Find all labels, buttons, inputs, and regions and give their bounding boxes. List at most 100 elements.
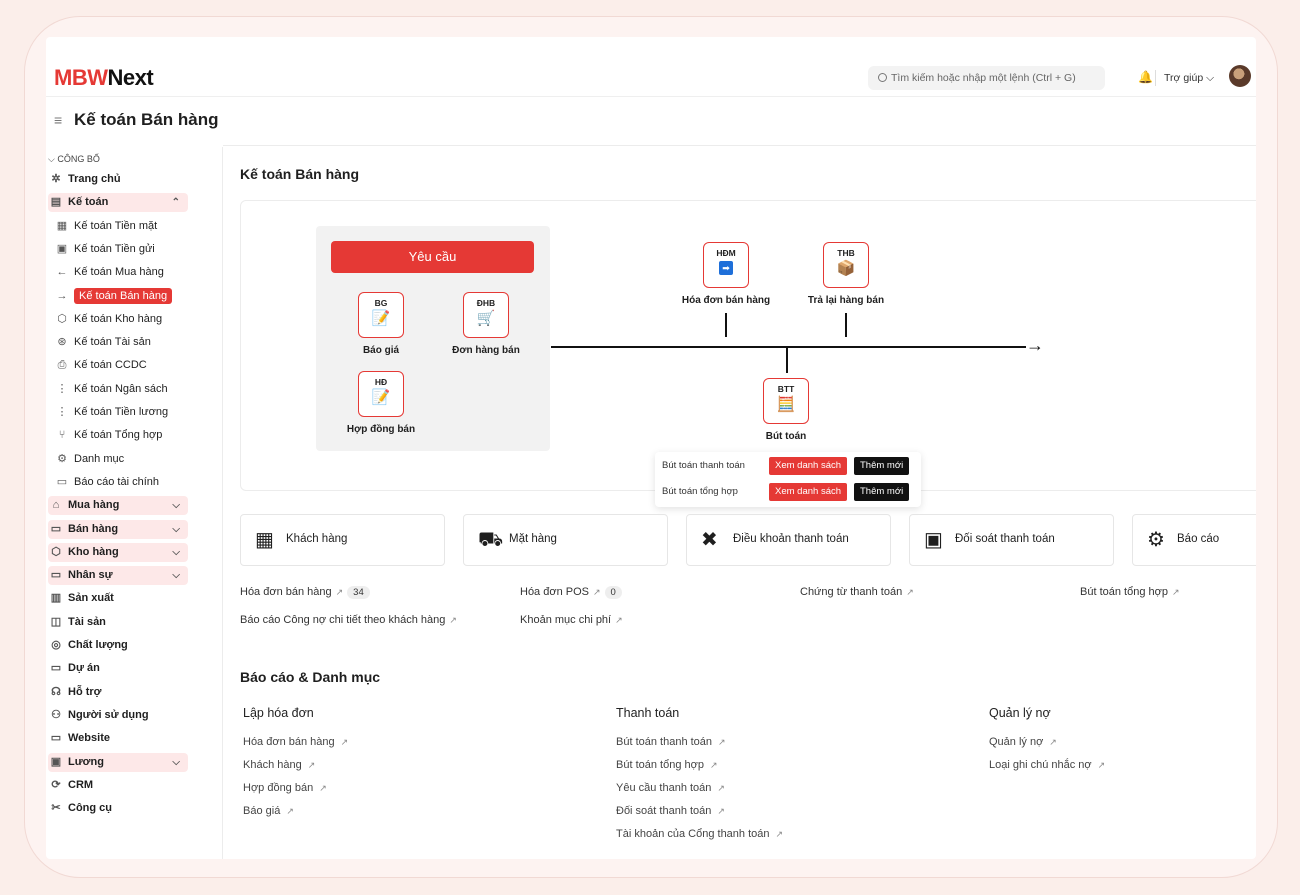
sidebar-item-icon: ▭ (50, 522, 62, 535)
sidebar-item[interactable]: ◎ Chất lượng (48, 636, 188, 655)
report-link[interactable]: Khách hàng ↗ (243, 759, 315, 771)
node-hoa-don-ban-hang[interactable]: HĐM ➡ Hóa đơn bán hàng (671, 242, 781, 306)
sidebar-item-label: Tài sản (68, 615, 106, 628)
sidebar-item[interactable]: ⋮ Kế toán Ngân sách (54, 380, 194, 399)
sidebar-item[interactable]: ⌂ Mua hàng ⌵ (48, 496, 188, 516)
sidebar-item-label: Kho hàng (68, 545, 119, 558)
report-link[interactable]: Quản lý nợ ↗ (989, 736, 1057, 748)
report-link[interactable]: Yêu cầu thanh toán ↗ (616, 782, 725, 794)
shortcut-label: Chứng từ thanh toán (800, 586, 903, 598)
sidebar-item[interactable]: ⊛ Kế toán Tài sản (54, 333, 194, 352)
shortcut-hoa-don-pos[interactable]: Hóa đơn POS ↗ 0 (520, 586, 622, 599)
shortcut-khoan-muc-chi-phi[interactable]: Khoản mục chi phí ↗ (520, 614, 623, 626)
sidebar-item[interactable]: ⟳ CRM (48, 776, 188, 795)
sidebar-item[interactable]: ⬡ Kho hàng ⌵ (48, 542, 188, 562)
sidebar-item-label: Kế toán Bán hàng (74, 287, 173, 304)
report-link[interactable]: Báo giá ↗ (243, 805, 294, 817)
external-arrow-icon: ↗ (1049, 737, 1057, 747)
sidebar-item[interactable]: ▣ Kế toán Tiền gửi (54, 240, 194, 259)
node-code: THB (837, 248, 855, 258)
sidebar-item[interactable]: ▭ Dự án (48, 659, 188, 678)
node-code: ĐHB (476, 298, 496, 308)
sidebar-item[interactable]: ⎙ Kế toán CCDC (54, 356, 194, 375)
sidebar-item-icon: ◫ (50, 615, 62, 628)
sidebar-item[interactable]: ▤ Kế toán ⌃ (48, 193, 188, 213)
shortcut-bao-cao-cong-no[interactable]: Báo cáo Công nợ chi tiết theo khách hàng… (240, 614, 457, 626)
add-new-button[interactable]: Thêm mới (854, 457, 910, 475)
sidebar-item-label: Kế toán Tiền mặt (74, 219, 158, 232)
sidebar-item[interactable]: ⚇ Người sử dụng (48, 706, 188, 725)
quick-card-doi-soat[interactable]: ▣ Đối soát thanh toán (909, 514, 1114, 566)
sidebar-item[interactable]: ⋮ Kế toán Tiền lương (54, 403, 194, 422)
node-code: HĐM (716, 248, 736, 258)
user-avatar[interactable] (1229, 65, 1251, 87)
sidebar-item-label: Danh mục (74, 452, 125, 465)
report-link[interactable]: Tài khoản của Cổng thanh toán ↗ (616, 828, 783, 840)
add-new-button[interactable]: Thêm mới (854, 483, 910, 501)
sidebar-item[interactable]: ← Kế toán Mua hàng (54, 263, 194, 282)
notification-bell-icon[interactable]: 🔔 (1138, 70, 1153, 84)
chevron-icon: ⌵ (172, 570, 180, 582)
sidebar: ⌵ CÔNG BỐ ✲ Trang chủ ▤ Kế toán ⌃ ▦ Kế toán Ti… (46, 147, 211, 859)
shortcut-chung-tu-thanh-toan[interactable]: Chứng từ thanh toán ↗ (800, 586, 914, 598)
node-don-hang-ban[interactable]: ĐHB 🛒 Đơn hàng bán (431, 292, 541, 356)
report-link[interactable]: Hợp đồng bán ↗ (243, 782, 327, 794)
sidebar-category[interactable]: ⌵ CÔNG BỐ (48, 154, 100, 165)
report-link[interactable]: Đối soát thanh toán ↗ (616, 805, 725, 817)
quick-card-khach-hang[interactable]: ▦ Khách hàng (240, 514, 445, 566)
top-bar: MBWNext Tìm kiếm hoặc nhập một lệnh (Ctr… (46, 37, 1256, 97)
sidebar-item[interactable]: ▭ Website (48, 729, 188, 748)
sidebar-item[interactable]: ✂ Công cụ (48, 799, 188, 818)
quick-card-dieu-khoan[interactable]: ✖ Điều khoản thanh toán (686, 514, 891, 566)
node-bao-gia[interactable]: BG 📝 Báo giá (326, 292, 436, 356)
sidebar-item-icon: ▭ (50, 569, 62, 582)
sidebar-item[interactable]: ✲ Trang chủ (48, 170, 188, 189)
sidebar-item[interactable]: ⚙ Danh mục (54, 450, 194, 469)
quick-card-label: Báo cáo (1177, 533, 1220, 545)
search-icon (878, 73, 887, 82)
sidebar-item[interactable]: ▭ Nhân sự ⌵ (48, 566, 188, 586)
memo-icon: 📝 (371, 389, 391, 406)
sidebar-item-label: Sản xuất (68, 592, 114, 605)
sidebar-item[interactable]: → Kế toán Bán hàng (54, 287, 194, 306)
sidebar-item-icon: ▥ (50, 592, 62, 605)
sidebar-item[interactable]: ▥ Sản xuất (48, 589, 188, 608)
main-content: Kế toán Bán hàng Yêu cầu BG 📝 Báo giá ĐH… (223, 145, 1256, 859)
help-menu-button[interactable]: Trợ giúp ⌵ (1164, 72, 1214, 85)
external-arrow-icon: ↗ (718, 737, 726, 747)
app-logo[interactable]: MBWNext (54, 65, 154, 91)
node-box: BG 📝 (358, 292, 404, 338)
node-box: BTT 🧮 (763, 378, 809, 424)
report-link[interactable]: Bút toán thanh toán ↗ (616, 736, 726, 748)
sidebar-item[interactable]: ▦ Kế toán Tiền mặt (54, 217, 194, 236)
shortcut-label: Hóa đơn bán hàng (240, 586, 332, 598)
quick-card-bao-cao[interactable]: ⚙ Báo cáo (1132, 514, 1256, 566)
view-list-button[interactable]: Xem danh sách (769, 457, 848, 475)
shortcut-label: Khoản mục chi phí (520, 614, 612, 626)
shortcut-but-toan-tong-hop[interactable]: Bút toán tổng hợp ↗ (1080, 586, 1180, 598)
node-box: HĐM ➡ (703, 242, 749, 288)
node-tra-lai-hang-ban[interactable]: THB 📦 Trả lại hàng bán (791, 242, 901, 306)
sidebar-item[interactable]: ▭ Bán hàng ⌵ (48, 519, 188, 539)
report-link-label: Đối soát thanh toán (616, 805, 712, 817)
report-link[interactable]: Bút toán tổng hợp ↗ (616, 759, 718, 771)
external-arrow-icon: ↗ (615, 615, 623, 625)
sidebar-item[interactable]: ◫ Tài sản (48, 613, 188, 632)
sidebar-item[interactable]: ▭ Báo cáo tài chính (54, 473, 194, 492)
sidebar-item-label: Công cụ (68, 802, 112, 815)
sidebar-item[interactable]: ⑂ Kế toán Tổng hợp (54, 426, 194, 445)
hamburger-menu-icon[interactable]: ≡ (54, 112, 62, 128)
request-button[interactable]: Yêu cầu (331, 241, 534, 273)
node-hop-dong-ban[interactable]: HĐ 📝 Hợp đồng bán (326, 371, 436, 435)
quick-card-mat-hang[interactable]: ⛟ Mặt hàng (463, 514, 668, 566)
search-input[interactable]: Tìm kiếm hoặc nhập một lệnh (Ctrl + G) (868, 66, 1105, 90)
node-but-toan[interactable]: BTT 🧮 Bút toán (731, 378, 841, 442)
sidebar-item[interactable]: ⬡ Kế toán Kho hàng (54, 310, 194, 329)
shortcut-hoa-don-ban-hang[interactable]: Hóa đơn bán hàng ↗ 34 (240, 586, 370, 599)
sidebar-item-label: Kế toán Tổng hợp (74, 429, 163, 442)
report-link[interactable]: Hóa đơn bán hàng ↗ (243, 736, 348, 748)
sidebar-item[interactable]: ☊ Hỗ trợ (48, 683, 188, 702)
report-link[interactable]: Loại ghi chú nhắc nợ ↗ (989, 759, 1105, 771)
view-list-button[interactable]: Xem danh sách (769, 483, 848, 501)
sidebar-item[interactable]: ▣ Lương ⌵ (48, 752, 188, 772)
